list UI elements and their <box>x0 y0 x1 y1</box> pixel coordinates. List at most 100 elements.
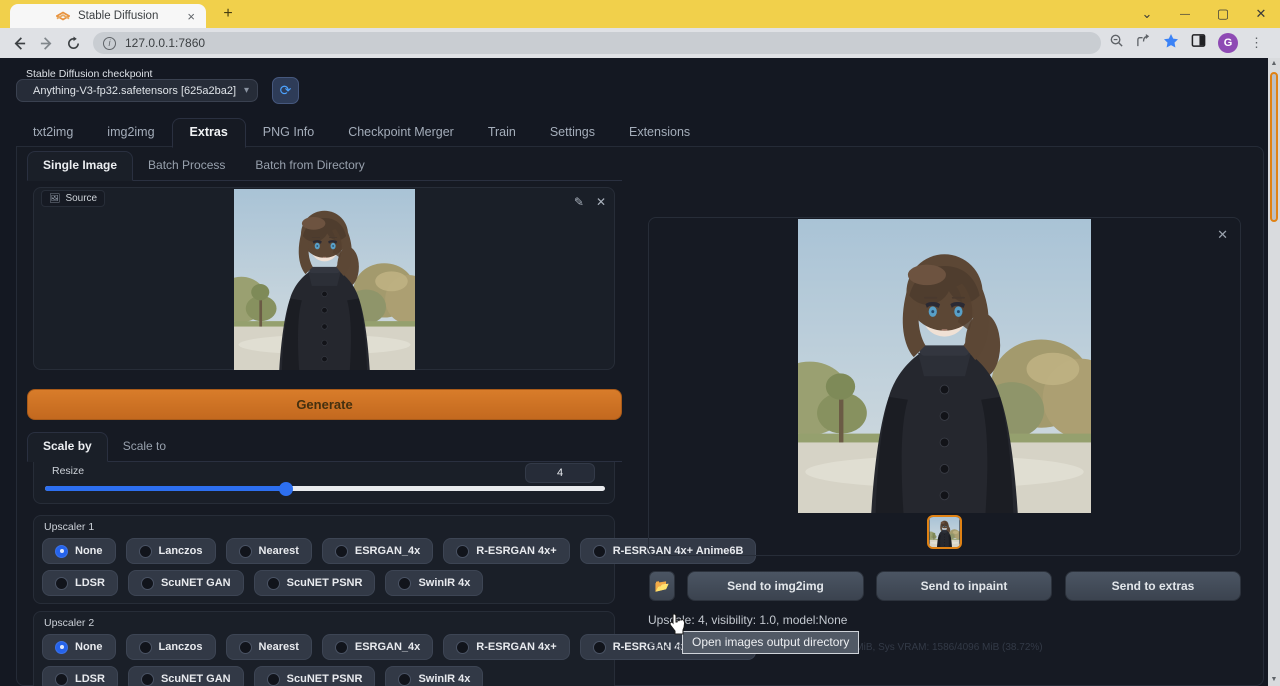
result-image[interactable] <box>798 219 1091 513</box>
window-maximize-icon[interactable]: ▢ <box>1204 6 1242 22</box>
upscaler1-option-swinir4x[interactable]: SwinIR 4x <box>385 570 483 596</box>
generate-button[interactable]: Generate <box>27 389 622 420</box>
resize-slider-handle[interactable] <box>279 482 293 496</box>
image-icon: 🖼 <box>49 193 60 204</box>
radio-icon <box>335 545 348 558</box>
radio-icon <box>141 577 154 590</box>
reload-icon[interactable] <box>60 35 87 52</box>
open-folder-button[interactable]: 📂 <box>649 571 675 601</box>
radio-icon <box>267 577 280 590</box>
upscaler2-option-ldsr[interactable]: LDSR <box>42 666 118 686</box>
source-image-dropzone[interactable]: 🖼 Source ✎ ✕ <box>33 187 615 370</box>
tab-train[interactable]: Train <box>471 119 533 147</box>
back-icon[interactable] <box>6 35 33 52</box>
resize-value-input[interactable]: 4 <box>525 463 595 483</box>
scroll-up-icon[interactable]: ▲ <box>1268 58 1280 70</box>
folder-button-tooltip: Open images output directory <box>682 631 859 654</box>
scrollbar-thumb[interactable] <box>1270 72 1278 222</box>
send-to-extras-button[interactable]: Send to extras <box>1065 571 1241 601</box>
refresh-checkpoint-button[interactable]: ⟳ <box>272 77 299 104</box>
window-minimize-icon[interactable]: — <box>1166 9 1204 20</box>
subtab-batch-process[interactable]: Batch Process <box>133 152 240 180</box>
result-thumbnail-selected[interactable] <box>927 515 962 549</box>
upscaler2-option-lanczos[interactable]: Lanczos <box>126 634 216 660</box>
page-scrollbar[interactable]: ▲ ▼ <box>1268 58 1280 686</box>
resize-slider[interactable] <box>45 486 605 491</box>
tab-title: Stable Diffusion <box>78 10 184 22</box>
radio-selected-icon <box>55 545 68 558</box>
upscaler1-option-none[interactable]: None <box>42 538 116 564</box>
scale-subtabs: Scale by Scale to <box>27 435 622 462</box>
upscaler1-option-scunet-psnr[interactable]: ScuNET PSNR <box>254 570 376 596</box>
mouse-cursor <box>667 613 687 637</box>
url-text: 127.0.0.1:7860 <box>125 36 205 50</box>
left-column: Single Image Batch Process Batch from Di… <box>27 153 622 686</box>
upscaler1-option-scunet-gan[interactable]: ScuNET GAN <box>128 570 244 596</box>
upscaler2-option-scunet-gan[interactable]: ScuNET GAN <box>128 666 244 686</box>
radio-icon <box>456 641 469 654</box>
resize-slider-block: Resize 4 <box>33 462 615 504</box>
upscaler2-option-resrgan4x[interactable]: R-ESRGAN 4x+ <box>443 634 569 660</box>
clear-image-icon[interactable]: ✕ <box>596 195 606 209</box>
share-icon[interactable] <box>1136 33 1151 53</box>
upscaler1-option-lanczos[interactable]: Lanczos <box>126 538 216 564</box>
subtab-single-image[interactable]: Single Image <box>27 151 133 181</box>
tab-extensions[interactable]: Extensions <box>612 119 707 147</box>
favicon-gradio-icon <box>56 9 70 23</box>
browser-toolbar: i 127.0.0.1:7860 G ⋮ <box>0 28 1280 58</box>
upscaler2-option-swinir4x[interactable]: SwinIR 4x <box>385 666 483 686</box>
tab-close-icon[interactable]: × <box>184 9 198 24</box>
profile-avatar[interactable]: G <box>1218 33 1238 53</box>
upscaler1-option-resrgan4x[interactable]: R-ESRGAN 4x+ <box>443 538 569 564</box>
radio-icon <box>141 673 154 686</box>
tab-extras[interactable]: Extras <box>172 118 246 148</box>
tab-png-info[interactable]: PNG Info <box>246 119 331 147</box>
window-menu-icon[interactable]: ⌄ <box>1128 6 1166 22</box>
upscaler1-option-ldsr[interactable]: LDSR <box>42 570 118 596</box>
upscaler2-block: Upscaler 2 None Lanczos Nearest ESRGAN_4… <box>33 611 615 686</box>
radio-icon <box>239 641 252 654</box>
radio-icon <box>593 641 606 654</box>
scroll-down-icon[interactable]: ▼ <box>1268 674 1280 686</box>
source-chip-label: Source <box>65 193 97 204</box>
radio-icon <box>335 641 348 654</box>
tab-img2img[interactable]: img2img <box>90 119 171 147</box>
tab-settings[interactable]: Settings <box>533 119 612 147</box>
checkpoint-dropdown[interactable]: Anything-V3-fp32.safetensors [625a2ba2] … <box>16 79 258 102</box>
zoom-icon[interactable] <box>1109 33 1124 53</box>
extras-panel: Single Image Batch Process Batch from Di… <box>16 146 1264 686</box>
subtab-scale-to[interactable]: Scale to <box>108 433 181 461</box>
subtab-scale-by[interactable]: Scale by <box>27 432 108 462</box>
forward-icon[interactable] <box>33 35 60 52</box>
upscaler2-option-scunet-psnr[interactable]: ScuNET PSNR <box>254 666 376 686</box>
browser-tab[interactable]: Stable Diffusion × <box>10 4 206 28</box>
upscaler1-option-nearest[interactable]: Nearest <box>226 538 312 564</box>
radio-selected-icon <box>55 641 68 654</box>
site-info-icon[interactable]: i <box>103 37 116 50</box>
edit-image-icon[interactable]: ✎ <box>574 195 584 209</box>
side-panel-icon[interactable] <box>1191 33 1206 53</box>
upscaler1-label: Upscaler 1 <box>44 521 606 533</box>
tab-txt2img[interactable]: txt2img <box>16 119 90 147</box>
subtab-batch-from-directory[interactable]: Batch from Directory <box>240 152 379 180</box>
source-subtabs: Single Image Batch Process Batch from Di… <box>27 153 622 181</box>
upscaler2-option-none[interactable]: None <box>42 634 116 660</box>
address-bar[interactable]: i 127.0.0.1:7860 <box>93 32 1101 54</box>
window-close-icon[interactable]: ✕ <box>1242 6 1280 22</box>
upscaler1-option-esrgan4x[interactable]: ESRGAN_4x <box>322 538 433 564</box>
bookmark-star-icon[interactable] <box>1163 33 1179 54</box>
upscaler2-option-nearest[interactable]: Nearest <box>226 634 312 660</box>
send-to-inpaint-button[interactable]: Send to inpaint <box>876 571 1052 601</box>
new-tab-button[interactable]: + <box>217 5 239 23</box>
right-column: ✕ 📂 Send to img2img Send to inpaint Send… <box>648 217 1241 653</box>
upscaler2-label: Upscaler 2 <box>44 617 606 629</box>
close-gallery-icon[interactable]: ✕ <box>1217 227 1228 243</box>
radio-icon <box>139 545 152 558</box>
send-to-img2img-button[interactable]: Send to img2img <box>687 571 864 601</box>
resize-label: Resize <box>52 465 84 477</box>
tab-checkpoint-merger[interactable]: Checkpoint Merger <box>331 119 471 147</box>
upscaler1-block: Upscaler 1 None Lanczos Nearest ESRGAN_4… <box>33 515 615 604</box>
upscaler2-option-esrgan4x[interactable]: ESRGAN_4x <box>322 634 433 660</box>
browser-menu-icon[interactable]: ⋮ <box>1250 35 1263 51</box>
radio-icon <box>456 545 469 558</box>
